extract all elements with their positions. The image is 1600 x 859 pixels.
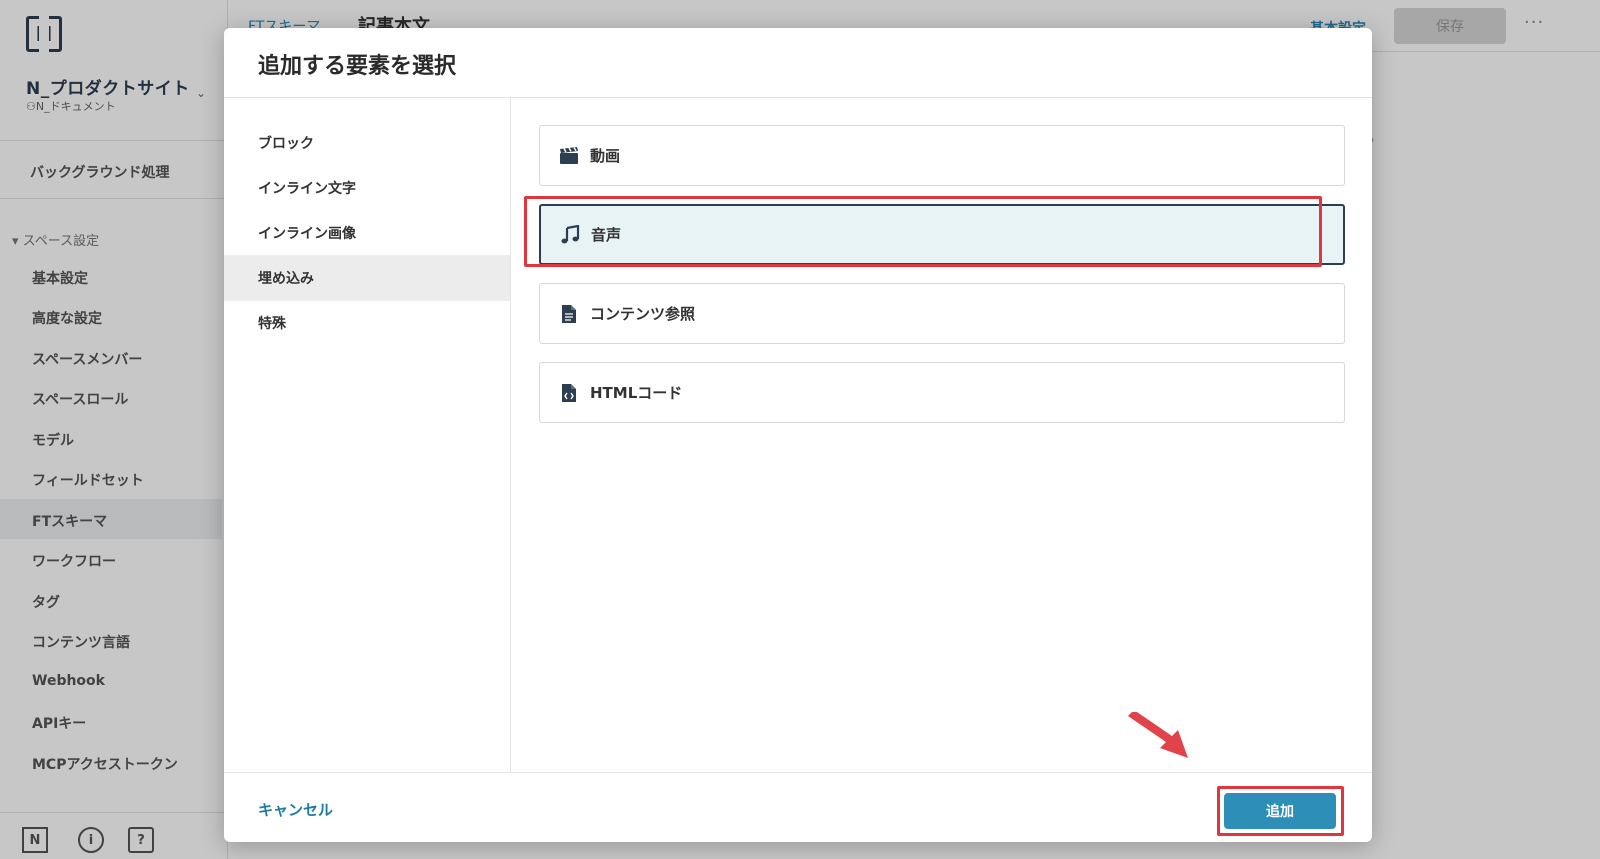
option-label: 動画 <box>590 147 621 165</box>
dialog-footer: キャンセル 追加 <box>224 772 1372 842</box>
category-list: ブロック インライン文字 インライン画像 埋め込み 特殊 <box>224 98 511 772</box>
code-file-icon <box>558 382 580 404</box>
video-clapper-icon <box>558 145 580 167</box>
option-html-code[interactable]: HTMLコード <box>539 362 1345 423</box>
category-inline-text[interactable]: インライン文字 <box>224 165 510 211</box>
option-label: HTMLコード <box>590 384 683 402</box>
dialog-title: 追加する要素を選択 <box>258 54 457 79</box>
option-list: 動画 音声 コンテンツ参照 HTMLコード <box>511 98 1372 772</box>
category-block[interactable]: ブロック <box>224 120 510 166</box>
category-special[interactable]: 特殊 <box>224 300 510 346</box>
dialog-header: 追加する要素を選択 <box>224 28 1372 98</box>
option-label: コンテンツ参照 <box>590 305 696 323</box>
cancel-button[interactable]: キャンセル <box>258 799 333 820</box>
category-embed[interactable]: 埋め込み <box>224 255 510 301</box>
option-video[interactable]: 動画 <box>539 125 1345 186</box>
document-icon <box>558 303 580 325</box>
select-element-dialog: 追加する要素を選択 ブロック インライン文字 インライン画像 埋め込み 特殊 動… <box>224 28 1372 842</box>
pointer-arrow-icon <box>1128 712 1188 758</box>
music-note-icon <box>559 224 581 246</box>
category-inline-image[interactable]: インライン画像 <box>224 210 510 256</box>
option-audio[interactable]: 音声 <box>539 204 1345 265</box>
option-content-reference[interactable]: コンテンツ参照 <box>539 283 1345 344</box>
app-root: N N_プロダクトサイト ⚇N_ドキュメント ⌄ バックグラウンド処理 ▾ スペ… <box>0 0 1600 859</box>
option-label: 音声 <box>591 226 622 244</box>
add-button[interactable]: 追加 <box>1224 793 1336 829</box>
